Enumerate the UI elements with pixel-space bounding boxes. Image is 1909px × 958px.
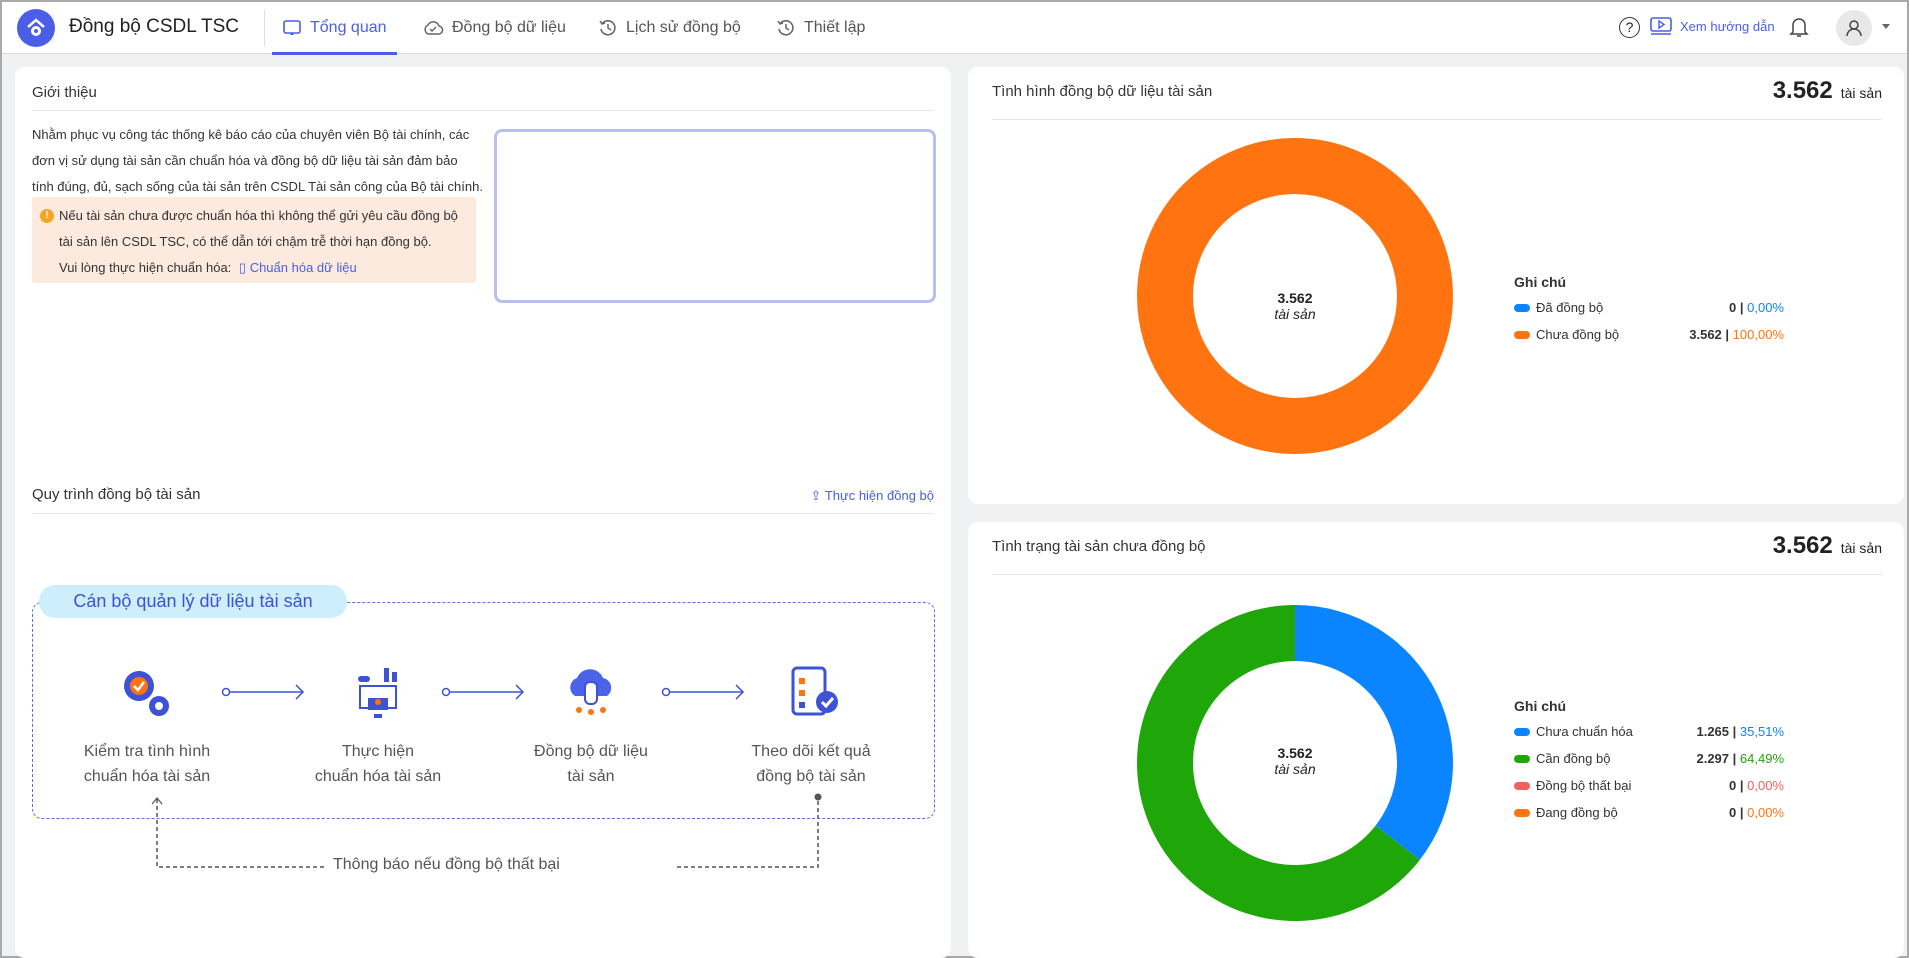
sync-status-card: Tình hình đồng bộ dữ liệu tài sản 3.562 t…: [968, 67, 1904, 504]
unsynced-status-card: Tình trạng tài sản chưa đồng bộ 3.562 tài…: [968, 522, 1904, 958]
tab-label: Thiết lập: [804, 19, 866, 36]
action-prefix: Vui lòng thực hiện chuẩn hóa:: [59, 260, 232, 275]
guide-label: Xem hướng dẫn: [1680, 18, 1775, 34]
app-logo: [17, 9, 55, 47]
legend-value: 0 | 0,00%: [1729, 300, 1784, 315]
legend-item[interactable]: Đã đồng bộ 0 | 0,00%: [1514, 294, 1784, 321]
legend-label: Chưa chuẩn hóa: [1536, 724, 1633, 739]
caret-down-icon[interactable]: [1882, 24, 1890, 29]
cloud-check-icon: [424, 21, 444, 35]
warning-line: tài sản lên CSDL TSC, có thể dẫn tới chậ…: [59, 234, 432, 249]
monitor-icon: [283, 20, 301, 35]
legend-swatch: [1514, 303, 1530, 312]
legend-label: Cần đồng bộ: [1536, 751, 1611, 766]
warning-box: ! Nếu tài sản chưa được chuẩn hóa thì kh…: [32, 197, 476, 283]
guide-link[interactable]: Xem hướng dẫn: [1650, 16, 1775, 36]
legend-swatch: [1514, 330, 1530, 339]
sync-action-link[interactable]: ⇪ Thực hiện đồng bộ: [811, 488, 934, 504]
warning-line: Nếu tài sản chưa được chuẩn hóa thì khôn…: [59, 208, 458, 223]
tab-label: Tổng quan: [310, 19, 387, 36]
tab-settings[interactable]: Thiết lập: [776, 2, 865, 54]
intro-title: Giới thiệu: [32, 84, 97, 101]
legend-item[interactable]: Đồng bộ thất bại 0 | 0,00%: [1514, 772, 1784, 799]
donut-slice-0[interactable]: [1295, 605, 1453, 860]
legend-value: 1.265 | 35,51%: [1696, 724, 1784, 739]
tab-overview[interactable]: Tổng quan: [272, 2, 396, 55]
center-unit: tài sản: [1274, 306, 1316, 322]
step-2: Thực hiện chuẩn hóa tài sản: [278, 739, 478, 789]
total-count: 3.562: [1772, 532, 1833, 559]
center-value: 3.562: [1277, 745, 1313, 761]
legend: Ghi chú Đã đồng bộ 0 | 0,00% Chưa đồng bộ 3.…: [1514, 274, 1784, 348]
sync-action-label: Thực hiện đồng bộ: [824, 488, 934, 503]
tab-label: Đồng bộ dữ liệu: [452, 19, 566, 36]
step-3: Đồng bộ dữ liệu tài sản: [491, 739, 691, 789]
legend-label: Đang đồng bộ: [1536, 805, 1618, 820]
history-icon: [599, 20, 616, 36]
legend-title: Ghi chú: [1514, 274, 1567, 290]
intro-line: Nhằm phục vụ công tác thống kê báo cáo c…: [32, 127, 470, 142]
step-line: chuẩn hóa tài sản: [314, 768, 442, 785]
legend-value: 0 | 0,00%: [1729, 778, 1784, 793]
total-count: 3.562: [1772, 77, 1833, 104]
step-line: Đồng bộ dữ liệu: [534, 743, 648, 760]
legend-item[interactable]: Đang đồng bộ 0 | 0,00%: [1514, 799, 1784, 826]
intro-line: đơn vị sử dụng tài sản cần chuẩn hóa và …: [32, 153, 458, 168]
legend-label: Đồng bộ thất bại: [1536, 778, 1632, 793]
normalize-data-link[interactable]: ▯ Chuẩn hóa dữ liệu: [239, 260, 357, 275]
legend-title: Ghi chú: [1514, 698, 1567, 714]
total-unit: tài sản: [1840, 540, 1882, 556]
top-nav: Đồng bộ CSDL TSC Tổng quan Đồng bộ dữ li…: [2, 2, 1907, 55]
step-line: tài sản: [567, 768, 615, 785]
step-1: Kiểm tra tình hình chuẩn hóa tài sản: [47, 739, 247, 789]
tab-sync-data[interactable]: Đồng bộ dữ liệu: [422, 2, 566, 54]
total-unit: tài sản: [1840, 85, 1882, 101]
legend-swatch: [1514, 808, 1530, 817]
center-unit: tài sản: [1274, 761, 1316, 777]
feedback-label: Thông báo nếu đồng bộ thất bại: [333, 856, 560, 873]
legend-item[interactable]: Chưa đồng bộ 3.562 | 100,00%: [1514, 321, 1784, 348]
step-line: chuẩn hóa tài sản: [83, 768, 211, 785]
legend-item[interactable]: Chưa chuẩn hóa 1.265 | 35,51%: [1514, 718, 1784, 745]
process-arrows: [221, 684, 745, 700]
legend-value: 3.562 | 100,00%: [1689, 327, 1784, 342]
app-title: Đồng bộ CSDL TSC: [69, 16, 240, 37]
help-icon[interactable]: ?: [1619, 17, 1640, 38]
legend-swatch: [1514, 754, 1530, 763]
card-title: Tình trạng tài sản chưa đồng bộ: [992, 538, 1206, 555]
card-title: Tình hình đồng bộ dữ liệu tài sản: [992, 83, 1213, 100]
video-placeholder[interactable]: [494, 129, 936, 303]
legend-label: Chưa đồng bộ: [1536, 327, 1620, 342]
user-icon: [1846, 20, 1862, 37]
legend-label: Đã đồng bộ: [1536, 300, 1604, 315]
step-line: đồng bộ tài sản: [756, 768, 866, 785]
avatar[interactable]: [1836, 10, 1872, 46]
history-icon: [777, 20, 794, 36]
legend: Ghi chú Chưa chuẩn hóa 1.265 | 35,51% Cần đ…: [1514, 698, 1784, 826]
step-line: Theo dõi kết quả: [751, 743, 871, 760]
tab-label: Lịch sử đồng bộ: [626, 19, 741, 36]
legend-value: 2.297 | 64,49%: [1696, 751, 1784, 766]
role-pill: Cán bộ quản lý dữ liệu tài sản: [39, 585, 347, 618]
step-line: Kiểm tra tình hình: [83, 743, 211, 760]
step-line: Thực hiện: [341, 743, 415, 760]
legend-swatch: [1514, 727, 1530, 736]
legend-value: 0 | 0,00%: [1729, 805, 1784, 820]
video-icon: [1650, 17, 1672, 35]
process-title: Quy trình đồng bộ tài sản: [32, 486, 201, 503]
center-value: 3.562: [1277, 290, 1313, 306]
link-label: Chuẩn hóa dữ liệu: [249, 260, 357, 275]
warning-icon: !: [40, 209, 54, 223]
divider: [264, 10, 265, 46]
legend-item[interactable]: Cần đồng bộ 2.297 | 64,49%: [1514, 745, 1784, 772]
intro-card: Giới thiệu Nhằm phục vụ công tác thống k…: [15, 67, 951, 958]
legend-swatch: [1514, 781, 1530, 790]
intro-text: Nhằm phục vụ công tác thống kê báo cáo c…: [32, 122, 492, 200]
bell-icon[interactable]: [1789, 16, 1809, 38]
step-4: Theo dõi kết quả đồng bộ tài sản: [711, 739, 911, 789]
tab-sync-history[interactable]: Lịch sử đồng bộ: [598, 2, 741, 54]
